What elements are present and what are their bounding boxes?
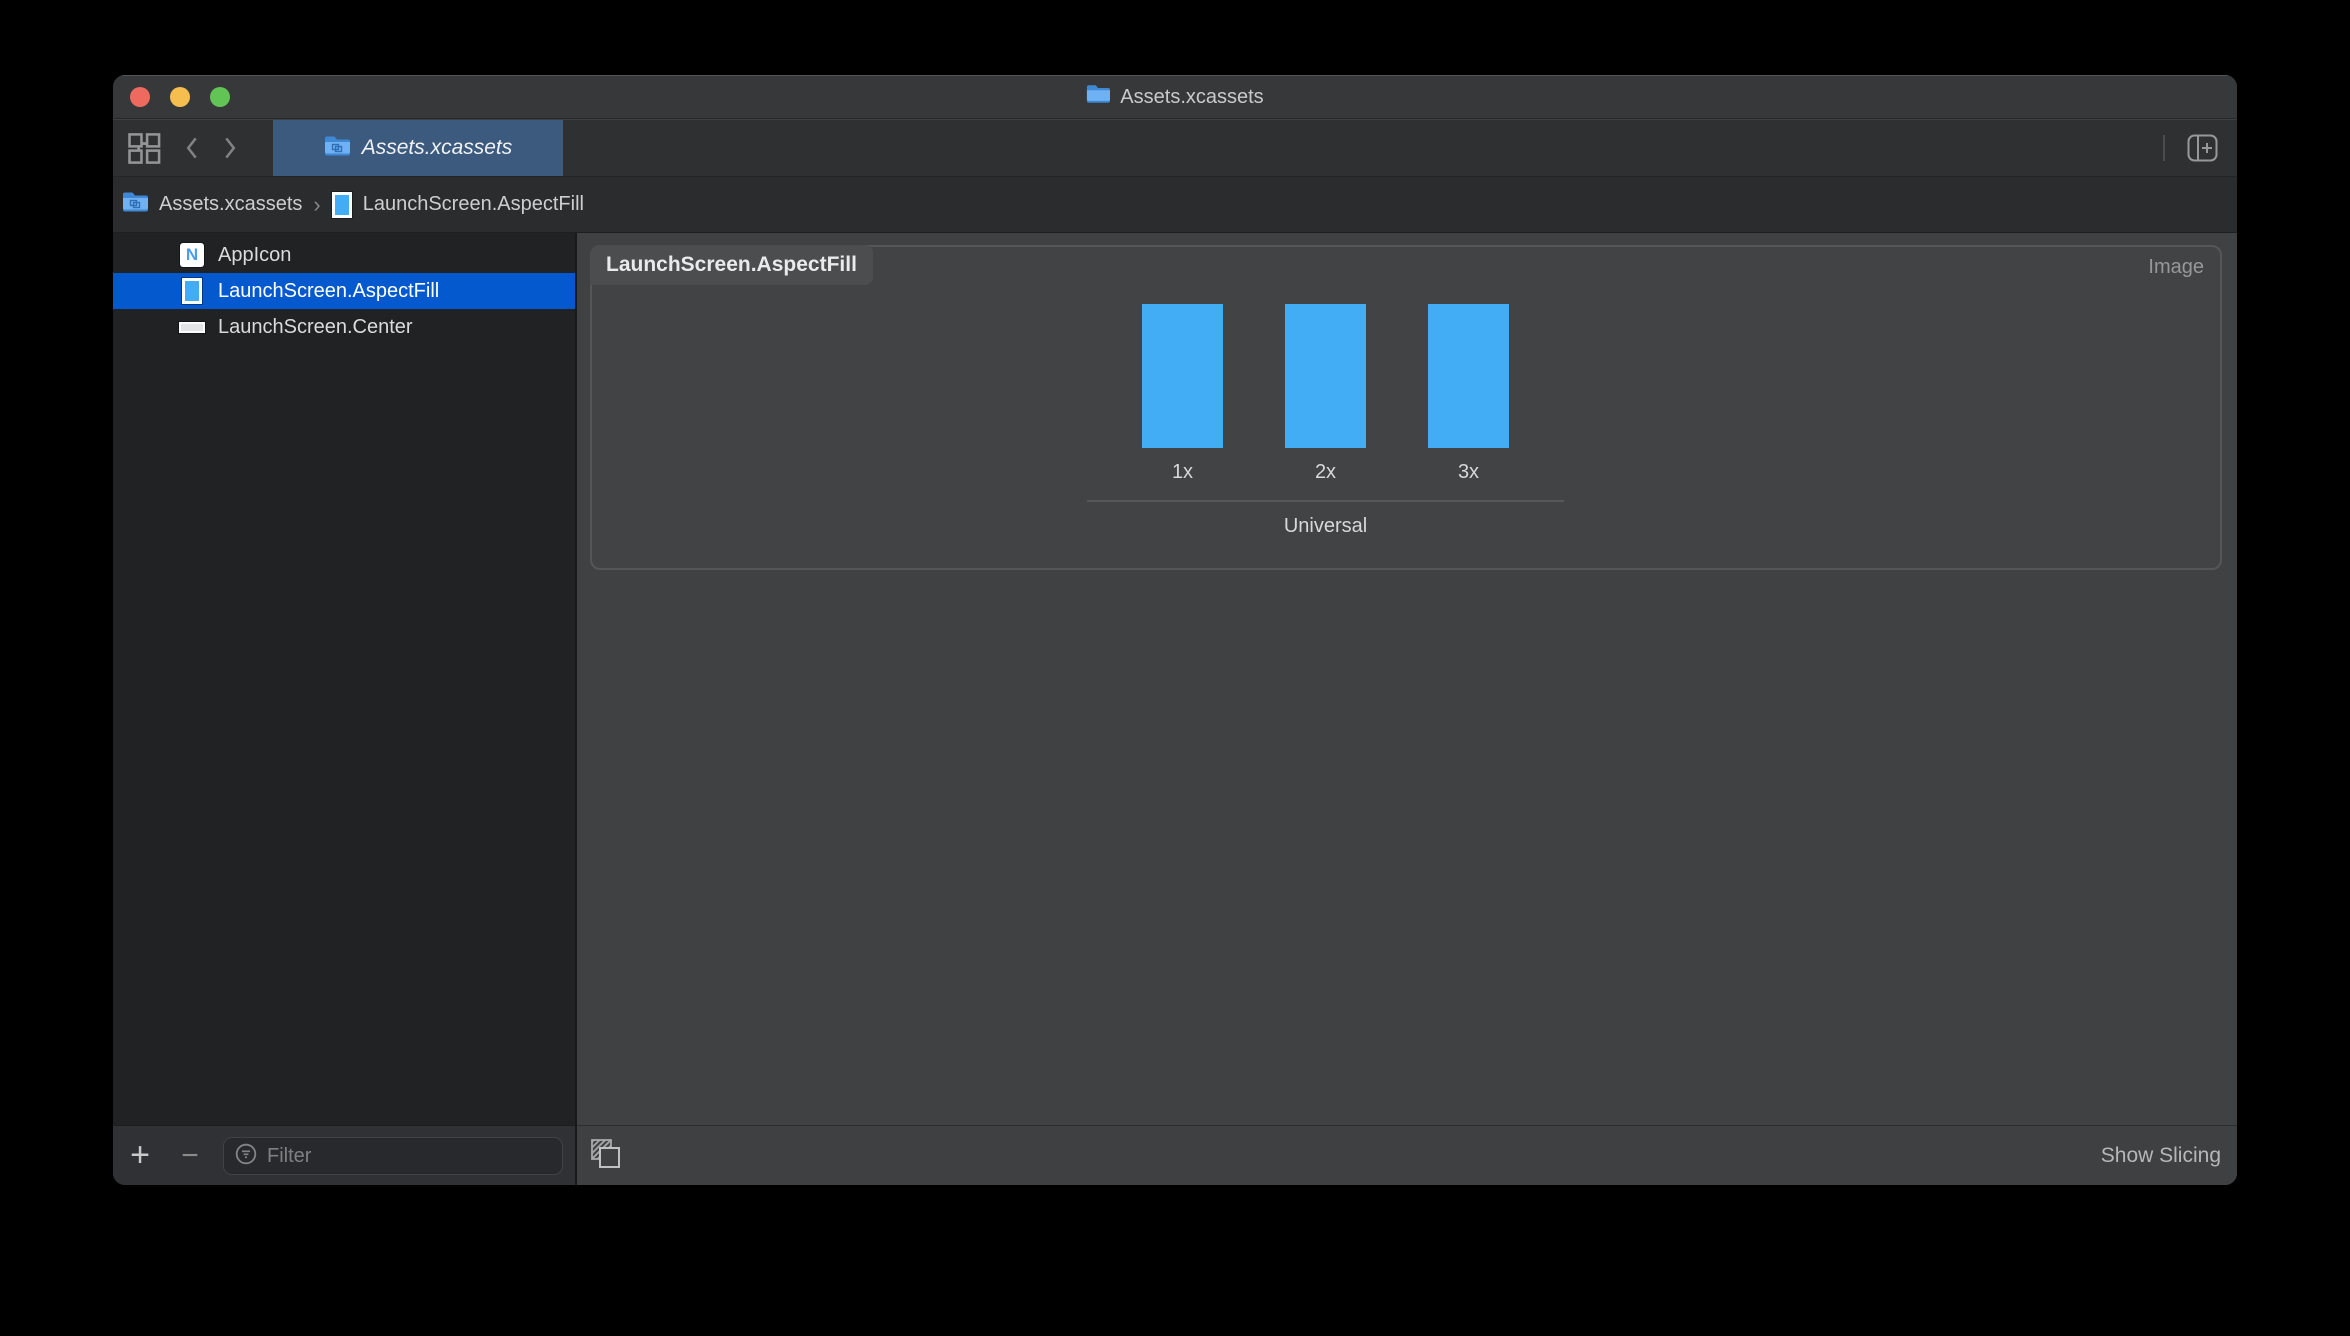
tab-assets-xcassets[interactable]: Assets.xcassets	[273, 120, 563, 176]
appicon-icon: N	[179, 243, 205, 267]
image-set-groupbox: LaunchScreen.AspectFill Image 1x 2x 3x U…	[590, 245, 2222, 570]
folder-icon	[324, 135, 350, 162]
asset-list-sidebar: N AppIcon LaunchScreen.AspectFill Launch…	[113, 233, 575, 1185]
image-well-1x[interactable]	[1142, 304, 1223, 448]
slicing-toggle-button[interactable]	[590, 1126, 622, 1185]
scale-slot-3x: 3x	[1397, 304, 1540, 484]
image-well-3x[interactable]	[1428, 304, 1509, 448]
scale-label: 3x	[1457, 461, 1480, 483]
folder-icon	[122, 191, 148, 219]
list-item-label: LaunchScreen.Center	[218, 315, 413, 338]
image-set-editor: LaunchScreen.AspectFill Image 1x 2x 3x U…	[577, 233, 2237, 1185]
breadcrumb-label: Assets.xcassets	[159, 193, 303, 215]
chevron-right-icon: ›	[313, 191, 321, 217]
idiom-divider	[1087, 500, 1564, 502]
editor-bottom-bar: Show Slicing	[577, 1125, 2237, 1185]
title-bar: Assets.xcassets	[113, 75, 2237, 119]
list-item-label: LaunchScreen.AspectFill	[218, 279, 440, 302]
folder-icon	[1086, 84, 1111, 110]
tab-bar: Assets.xcassets	[113, 120, 2237, 177]
add-asset-button[interactable]: +	[123, 1126, 157, 1185]
scale-slot-1x: 1x	[1111, 304, 1254, 484]
image-set-title: LaunchScreen.AspectFill	[590, 245, 873, 285]
scale-label: 1x	[1171, 461, 1194, 483]
image-well-2x[interactable]	[1285, 304, 1366, 448]
asset-list: N AppIcon LaunchScreen.AspectFill Launch…	[113, 233, 575, 345]
content-area: N AppIcon LaunchScreen.AspectFill Launch…	[113, 233, 2237, 1185]
forward-button[interactable]	[222, 135, 237, 161]
list-item-label: AppIcon	[218, 243, 292, 266]
imageset-thumbnail-icon	[179, 278, 205, 304]
list-item-appicon[interactable]: N AppIcon	[113, 237, 575, 273]
breadcrumb-item-imageset[interactable]: LaunchScreen.AspectFill	[331, 191, 584, 218]
filter-icon	[234, 1142, 258, 1171]
scale-label: 2x	[1314, 461, 1337, 483]
toolbar-divider	[2163, 135, 2165, 161]
breadcrumb: Assets.xcassets › LaunchScreen.AspectFil…	[113, 177, 2237, 233]
back-button[interactable]	[185, 135, 200, 161]
list-item-launchscreen-aspectfill[interactable]: LaunchScreen.AspectFill	[113, 273, 575, 309]
asset-type-label: Image	[2148, 256, 2204, 278]
scale-wells: 1x 2x 3x Universal	[1087, 304, 1564, 538]
filter-field[interactable]	[223, 1137, 563, 1175]
idiom-label: Universal	[1283, 515, 1368, 537]
add-editor-button[interactable]	[2187, 134, 2218, 162]
window-title: Assets.xcassets	[113, 75, 2237, 119]
imageset-wide-thumbnail-icon	[179, 321, 205, 333]
breadcrumb-label: LaunchScreen.AspectFill	[362, 193, 584, 215]
scale-slot-2x: 2x	[1254, 304, 1397, 484]
remove-asset-button[interactable]: −	[173, 1126, 207, 1185]
sidebar-bottom-bar: + −	[113, 1125, 575, 1185]
window-title-text: Assets.xcassets	[1120, 85, 1264, 108]
filter-input[interactable]	[267, 1144, 552, 1168]
breadcrumb-item-catalog[interactable]: Assets.xcassets	[122, 191, 302, 219]
tab-label: Assets.xcassets	[361, 136, 513, 159]
tab-overview-button[interactable]	[127, 132, 163, 164]
overlapping-squares-icon	[590, 1137, 622, 1175]
xcode-asset-catalog-window: Assets.xcassets Assets.xcassets Assets.x…	[113, 75, 2237, 1185]
list-item-launchscreen-center[interactable]: LaunchScreen.Center	[113, 309, 575, 345]
show-slicing-button[interactable]: Show Slicing	[2101, 1126, 2221, 1185]
imageset-thumbnail-icon	[331, 191, 352, 218]
